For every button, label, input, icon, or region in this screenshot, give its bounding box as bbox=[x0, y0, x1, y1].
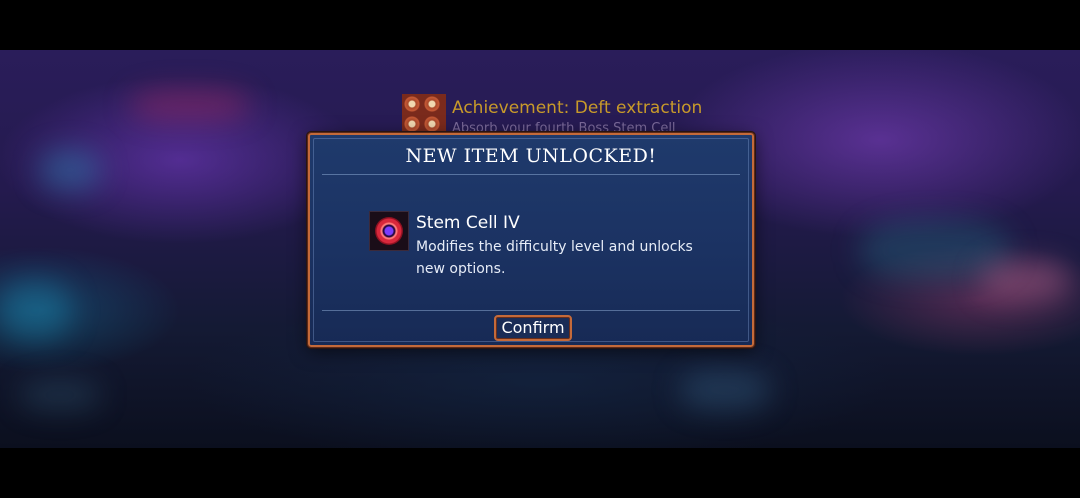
dialog-title: NEW ITEM UNLOCKED! bbox=[405, 145, 657, 167]
letterbox-top bbox=[0, 0, 1080, 50]
achievement-toast: Achievement: Deft extraction Absorb your… bbox=[402, 94, 732, 136]
divider bbox=[322, 174, 740, 175]
stem-cell-icon bbox=[369, 211, 409, 251]
stem-cell-achievement-icon bbox=[402, 94, 446, 136]
confirm-button[interactable]: Confirm bbox=[494, 315, 572, 341]
divider bbox=[322, 310, 740, 311]
background-light bbox=[40, 150, 100, 190]
background-light bbox=[980, 260, 1070, 300]
achievement-title: Achievement: Deft extraction bbox=[452, 98, 703, 118]
letterbox-bottom bbox=[0, 448, 1080, 498]
item-name: Stem Cell IV bbox=[416, 213, 520, 233]
item-description: Modifies the difficulty level and unlock… bbox=[416, 239, 693, 277]
background-light bbox=[130, 90, 250, 120]
background-light bbox=[20, 380, 100, 410]
stem-cell-ring bbox=[375, 217, 403, 245]
background-light bbox=[0, 280, 70, 340]
new-item-dialog: NEW ITEM UNLOCKED! Stem Cell IV Modifies… bbox=[307, 132, 755, 348]
background-light bbox=[680, 370, 770, 410]
